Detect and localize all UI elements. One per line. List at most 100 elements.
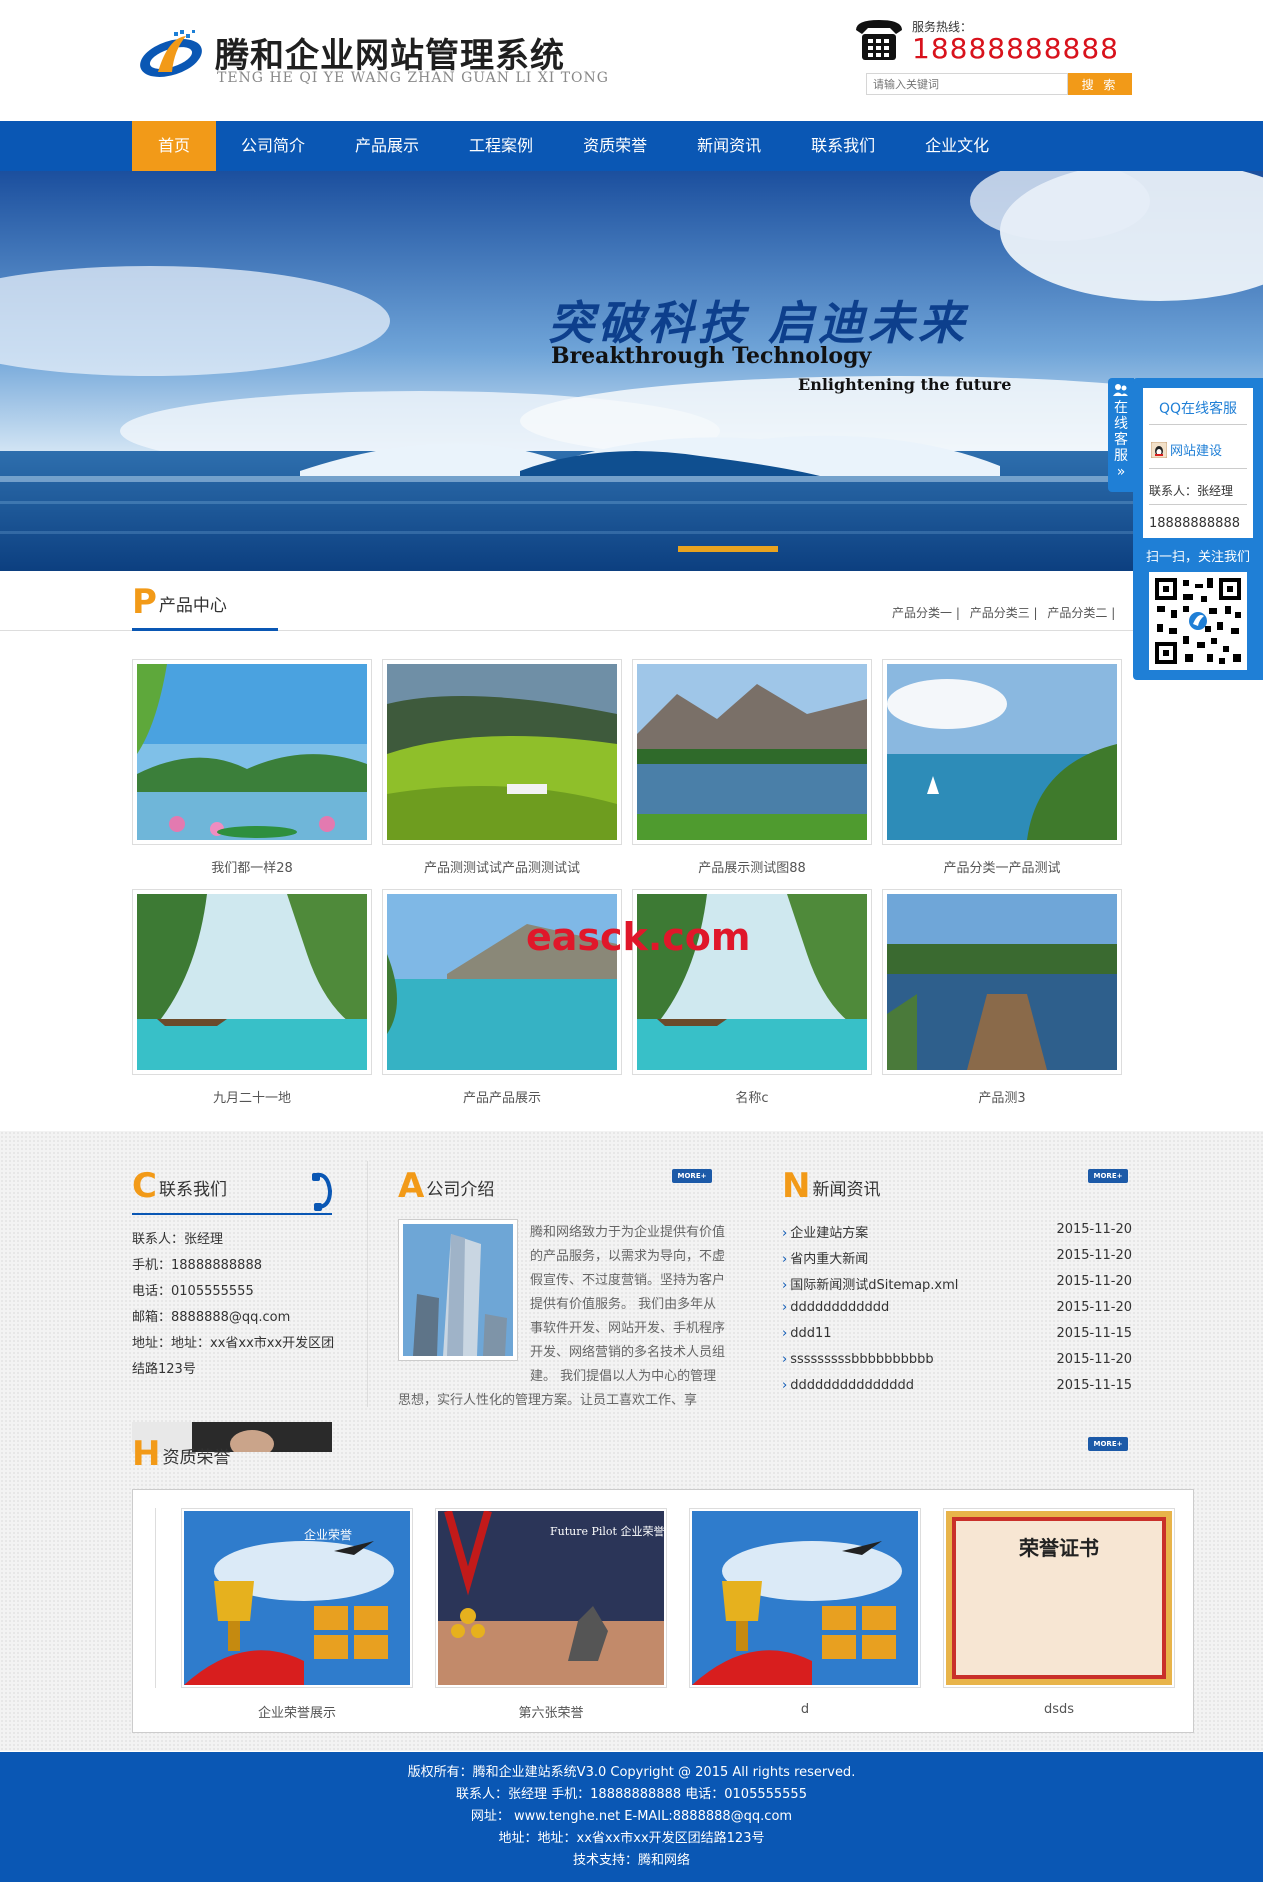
- news-date: 2015-11-20: [1056, 1222, 1132, 1237]
- service-contact: 联系人：张经理: [1149, 484, 1234, 498]
- news-more-button[interactable]: MORE+: [1088, 1169, 1128, 1183]
- footer: 版权所有：腾和企业建站系统V3.0 Copyright @ 2015 All r…: [0, 1752, 1263, 1882]
- nav-item-home[interactable]: 首页: [132, 121, 217, 171]
- news-title[interactable]: 国际新闻测试dSitemap.xml: [790, 1278, 958, 1293]
- news-item[interactable]: › dddddddddddd 2015-11-20: [782, 1300, 1132, 1315]
- product-name[interactable]: 九月二十一地: [132, 1087, 372, 1106]
- service-phone: 18888888888: [1149, 516, 1240, 531]
- product-name[interactable]: 产品分类一产品测试: [882, 857, 1122, 876]
- service-divider: [1149, 504, 1247, 505]
- telephone-icon: [856, 20, 902, 60]
- contact-heading-underline: [132, 1213, 332, 1215]
- news-title[interactable]: 企业建站方案: [790, 1226, 868, 1241]
- news-item[interactable]: › 国际新闻测试dSitemap.xml 2015-11-20: [782, 1274, 1132, 1293]
- product-card[interactable]: 产品测3: [882, 889, 1122, 1106]
- contact-heading-letter: C: [132, 1166, 157, 1206]
- product-thumbnail[interactable]: [882, 659, 1122, 845]
- service-divider: [1149, 424, 1247, 425]
- hero-banner[interactable]: 突破科技 启迪未来 Breakthrough Technology Enligh…: [0, 171, 1263, 571]
- product-category-link[interactable]: 产品分类一 |: [892, 606, 960, 620]
- hotline: 服务热线： 18888888888: [852, 14, 1132, 74]
- honor-thumbnail[interactable]: 企业荣誉: [181, 1508, 413, 1688]
- watermark-text: easck.com: [526, 915, 751, 959]
- product-categories: 产品分类一 | 产品分类三 | 产品分类二 |: [892, 604, 1121, 621]
- logo[interactable]: 腾和企业网站管理系统 TENG HE QI YE WANG ZHAN GUAN …: [138, 26, 608, 88]
- news-title[interactable]: dddddddddddd: [790, 1300, 889, 1315]
- double-chevron-right-icon: »: [1116, 464, 1126, 480]
- nav-item-cases[interactable]: 工程案例: [444, 121, 558, 171]
- nav-item-about[interactable]: 公司简介: [216, 121, 330, 171]
- nav-item-contact[interactable]: 联系我们: [786, 121, 900, 171]
- banner-slide-indicator[interactable]: [678, 546, 778, 552]
- nav-item-news[interactable]: 新闻资讯: [672, 121, 786, 171]
- footer-website[interactable]: 网址： www.tenghe.net E-MAIL:8888888@qq.com: [0, 1806, 1263, 1828]
- contact-block: C 联系我们 联系人：张经理 手机：18888888888 电话：01055555…: [132, 1166, 342, 1452]
- chevron-right-icon: ›: [782, 1226, 788, 1241]
- nav-item-products[interactable]: 产品展示: [330, 121, 444, 171]
- product-card[interactable]: 九月二十一地: [132, 889, 372, 1106]
- footer-address: 地址：地址：xx省xx市xx开发区团结路123号: [498, 1831, 765, 1846]
- honors-more-button[interactable]: MORE+: [1088, 1437, 1128, 1451]
- product-card[interactable]: 我们都一样28: [132, 659, 372, 876]
- news-heading: N 新闻资讯: [782, 1169, 1132, 1219]
- product-category-link[interactable]: 产品分类二 |: [1047, 606, 1115, 620]
- product-thumbnail[interactable]: [882, 889, 1122, 1075]
- news-item[interactable]: › 企业建站方案 2015-11-20: [782, 1222, 1132, 1241]
- product-name[interactable]: 我们都一样28: [132, 857, 372, 876]
- honor-card[interactable]: d: [689, 1508, 921, 1717]
- product-thumbnail[interactable]: [132, 889, 372, 1075]
- news-title[interactable]: ddddddddddddddd: [790, 1378, 914, 1393]
- search-input[interactable]: [866, 73, 1068, 95]
- product-name[interactable]: 产品测3: [882, 1087, 1122, 1106]
- news-item[interactable]: › ddddddddddddddd 2015-11-15: [782, 1378, 1132, 1393]
- info-section: C 联系我们 联系人：张经理 手机：18888888888 电话：01055555…: [0, 1131, 1263, 1751]
- product-card[interactable]: 产品测测试试产品测测试试: [382, 659, 622, 876]
- hotline-number: 18888888888: [912, 32, 1119, 65]
- product-thumbnail[interactable]: [632, 659, 872, 845]
- news-item[interactable]: › ddd11 2015-11-15: [782, 1326, 1132, 1341]
- honor-thumbnail[interactable]: [689, 1508, 921, 1688]
- news-title[interactable]: sssssssssbbbbbbbbbb: [790, 1352, 933, 1367]
- product-category-link[interactable]: 产品分类三 |: [970, 606, 1038, 620]
- nav-item-honors[interactable]: 资质荣誉: [558, 121, 672, 171]
- honor-caption: 企业荣誉: [304, 1527, 352, 1542]
- product-thumbnail[interactable]: [382, 659, 622, 845]
- product-name[interactable]: 产品产品展示: [382, 1087, 622, 1106]
- news-date: 2015-11-15: [1056, 1378, 1132, 1393]
- honor-card[interactable]: 荣誉证书 dsds: [943, 1508, 1175, 1717]
- qq-site-label[interactable]: 网站建设: [1170, 444, 1222, 459]
- honor-name[interactable]: d: [689, 1702, 921, 1717]
- about-building-image[interactable]: [398, 1219, 518, 1361]
- about-heading-letter: A: [398, 1166, 425, 1206]
- product-name[interactable]: 名称c: [632, 1087, 872, 1106]
- news-title[interactable]: ddd11: [790, 1326, 831, 1341]
- honor-thumbnail[interactable]: Future Pilot 企业荣誉: [435, 1508, 667, 1688]
- honor-name[interactable]: 第六张荣誉: [435, 1702, 667, 1721]
- about-more-button[interactable]: MORE+: [672, 1169, 712, 1183]
- news-date: 2015-11-20: [1056, 1248, 1132, 1263]
- product-thumbnail[interactable]: [132, 659, 372, 845]
- product-name[interactable]: 产品展示测试图88: [632, 857, 872, 876]
- honor-card[interactable]: 企业荣誉 企业荣誉展示: [181, 1508, 413, 1721]
- banner-headline-en: Breakthrough Technology: [551, 343, 872, 369]
- about-heading-title: 公司介绍: [426, 1180, 495, 1200]
- search-button[interactable]: 搜 索: [1068, 73, 1132, 95]
- news-date: 2015-11-15: [1056, 1326, 1132, 1341]
- logo-mark-icon: [140, 30, 202, 77]
- qq-penguin-icon: [1150, 441, 1168, 459]
- news-item[interactable]: › sssssssssbbbbbbbbbb 2015-11-20: [782, 1352, 1132, 1367]
- contact-email[interactable]: 邮箱：8888888@qq.com: [132, 1305, 342, 1331]
- nav-item-culture[interactable]: 企业文化: [900, 121, 1014, 171]
- product-card[interactable]: 产品分类一产品测试: [882, 659, 1122, 876]
- online-service-tab[interactable]: 在 线 客 服 »: [1108, 378, 1134, 492]
- product-card[interactable]: 产品展示测试图88: [632, 659, 872, 876]
- honor-card[interactable]: Future Pilot 企业荣誉 第六张荣誉: [435, 1508, 667, 1721]
- news-title[interactable]: 省内重大新闻: [790, 1252, 868, 1267]
- honor-thumbnail[interactable]: 荣誉证书: [943, 1508, 1175, 1688]
- qq-chat-link[interactable]: 网站建设: [1150, 440, 1222, 459]
- news-item[interactable]: › 省内重大新闻 2015-11-20: [782, 1248, 1132, 1267]
- honor-name[interactable]: 企业荣誉展示: [181, 1702, 413, 1721]
- chevron-right-icon: ›: [782, 1252, 788, 1267]
- product-name[interactable]: 产品测测试试产品测测试试: [382, 857, 622, 876]
- honor-name[interactable]: dsds: [943, 1702, 1175, 1717]
